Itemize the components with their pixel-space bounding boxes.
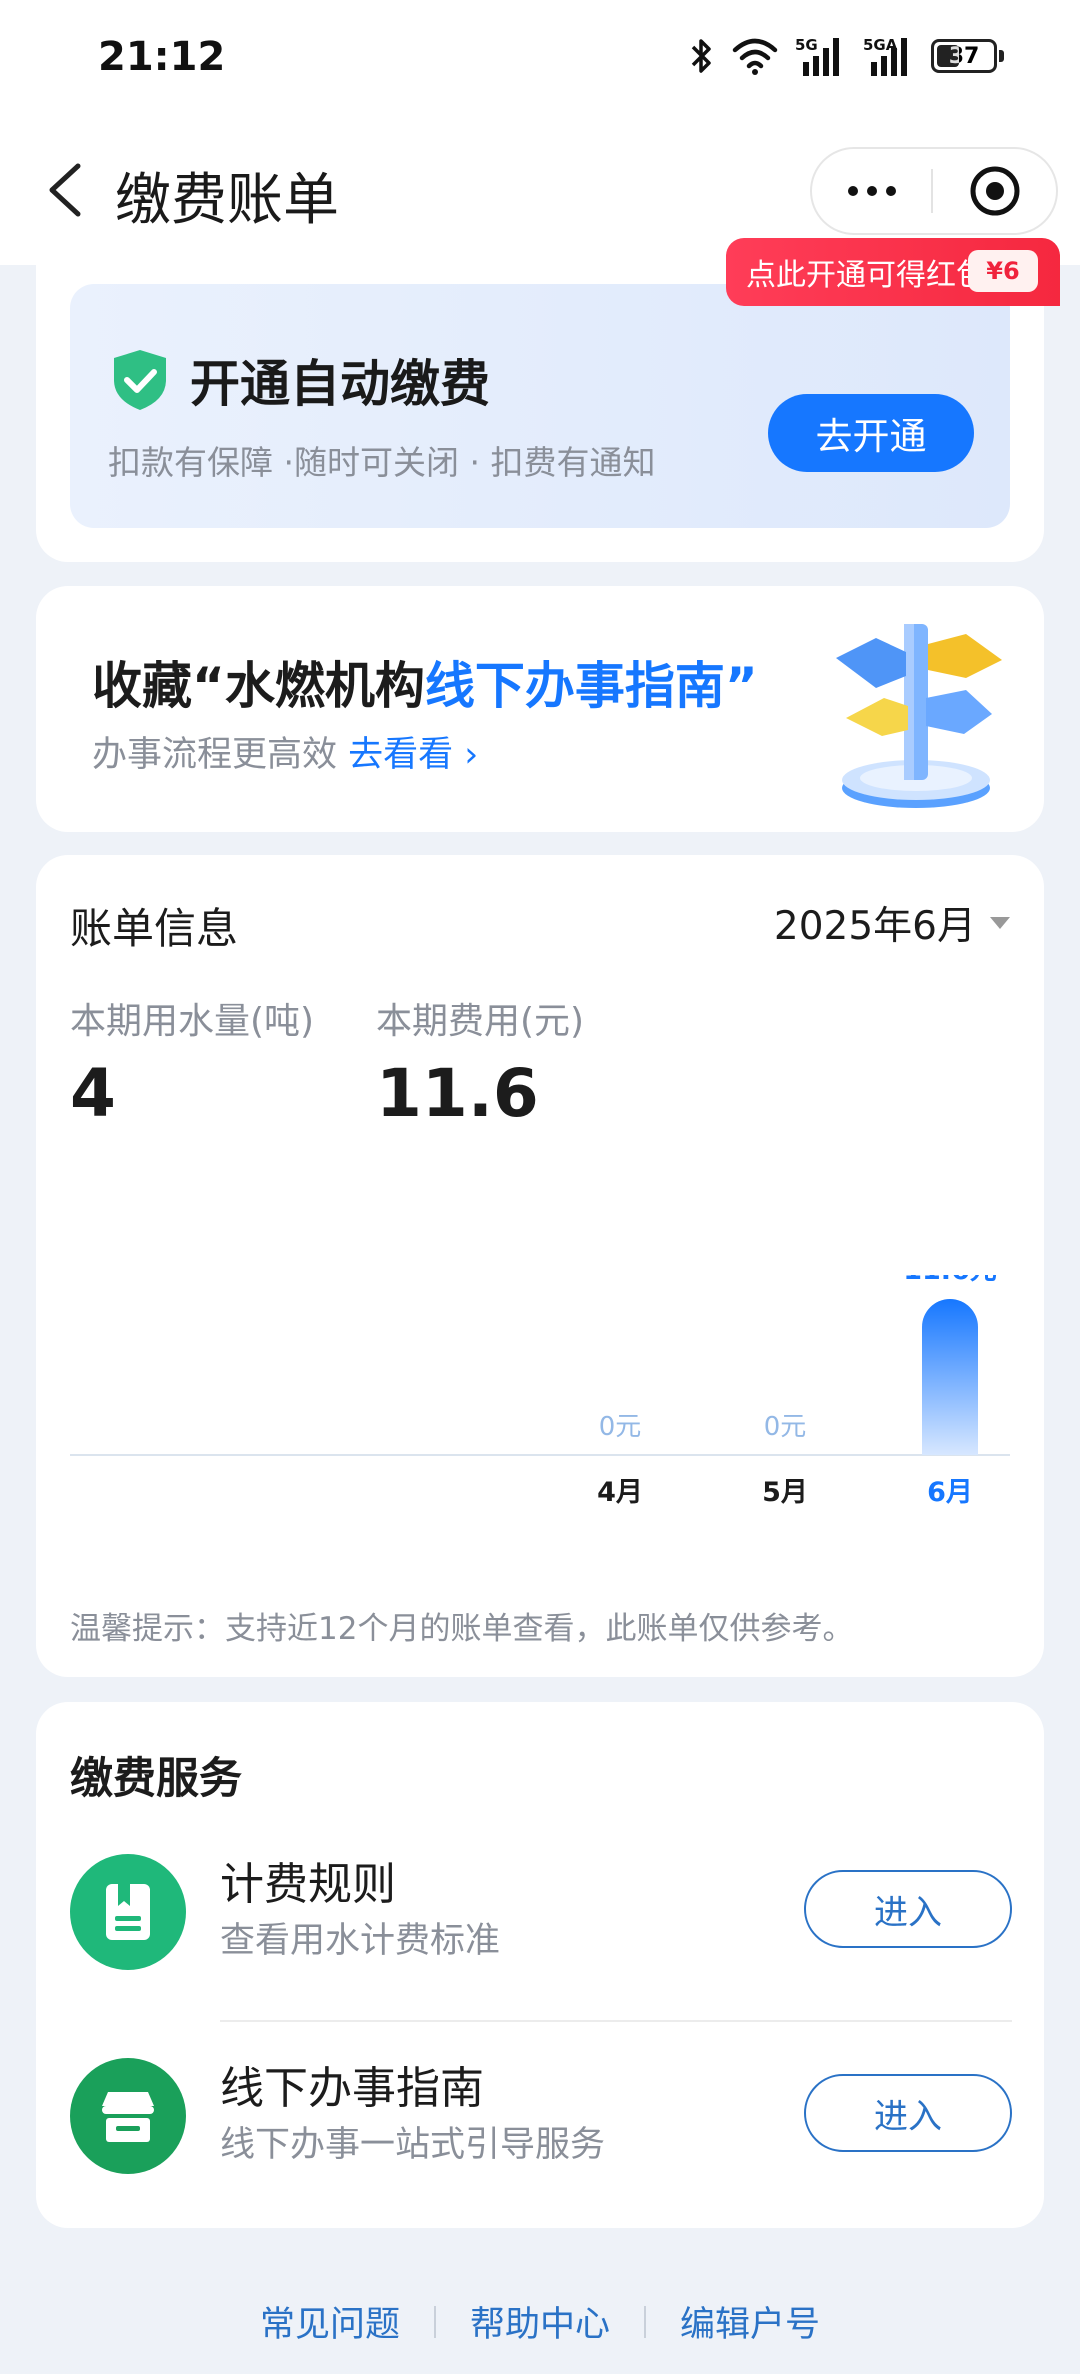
dropdown-triangle-icon [990,917,1010,929]
edit-account-link[interactable]: 编辑户号 [680,2296,820,2347]
signal-5ga-icon: 5GA [863,36,907,76]
footer-separator [433,2305,436,2338]
chart-data-label: 0元 [764,1412,807,1442]
monthly-fee-chart: 0元 4月 0元 5月 11.6元 6月 [70,1275,1010,1508]
status-icons: 5G 5GA 37 [689,34,1004,78]
service-item-offline-guide[interactable]: 线下办事指南 线下办事一站式引导服务 进入 [36,2034,1044,2214]
service-name: 线下办事指南 [220,2063,484,2114]
service-divider [220,2020,1012,2022]
signal-5g-icon: 5G [795,36,839,76]
autopay-card: 开通自动缴费 扣款有保障 ·随时可关闭 · 扣费有通知 去开通 点此开通可得红包… [36,238,1060,562]
services-title: 缴费服务 [70,1754,242,1804]
footer-links: 常见问题 帮助中心 编辑户号 [0,2296,1080,2347]
chart-tick-label: 5月 [762,1477,808,1508]
document-icon [70,1854,186,1970]
bill-tip: 温馨提示：支持近12个月的账单查看，此账单仅供参考。 [70,1611,854,1647]
water-usage-value: 4 [70,1055,116,1132]
status-time: 21:12 [98,34,226,80]
guide-title: 收藏“水燃机构线下办事指南” [92,657,758,715]
chart-bar [922,1299,978,1455]
service-item-billing-rules[interactable]: 计费规则 查看用水计费标准 进入 [36,1830,1044,2010]
service-desc: 查看用水计费标准 [220,1921,501,1961]
service-desc: 线下办事一站式引导服务 [220,2125,606,2165]
help-center-link[interactable]: 帮助中心 [470,2296,610,2347]
payment-services-card: 缴费服务 计费规则 查看用水计费标准 进入 线下办事指南 线下办事一站式引导服务 [36,1702,1044,2228]
promo-text: 点此开通可得红包 [746,258,986,293]
faq-link[interactable]: 常见问题 [260,2296,400,2347]
footer-separator [644,2305,646,2338]
month-selector[interactable]: 2025年6月 [774,895,1010,951]
page-title: 缴费账单 [115,168,339,233]
offline-guide-card[interactable]: 收藏“水燃机构线下办事指南” 办事流程更高效 去看看 › [36,586,1044,832]
shield-check-icon [114,350,166,410]
chart-data-label: 11.6元 [903,1275,997,1286]
water-usage-label: 本期用水量(吨) [70,1001,315,1042]
month-selector-label: 2025年6月 [773,904,976,949]
status-bar: 21:12 5G 5GA 37 [0,0,1080,115]
wifi-icon [732,38,778,75]
battery-icon: 37 [931,39,997,73]
enter-button[interactable]: 进入 [804,2074,1012,2152]
enter-button[interactable]: 进入 [804,1870,1012,1948]
close-target-icon[interactable] [933,149,1056,233]
guide-subtitle: 办事流程更高效 去看看 › [92,735,479,775]
fee-label: 本期费用(元) [376,1001,585,1042]
chart-tick-label: 6月 [927,1477,973,1508]
bluetooth-icon [691,39,711,73]
service-name: 计费规则 [220,1859,396,1910]
bill-info-card: 账单信息 2025年6月 本期用水量(吨) 4 本期费用(元) 11.6 0元 4… [36,855,1044,1677]
promo-amount-badge: ¥6 [968,250,1038,292]
autopay-subtitle: 扣款有保障 ·随时可关闭 · 扣费有通知 [108,443,656,482]
store-icon [70,2058,186,2174]
autopay-banner: 开通自动缴费 扣款有保障 ·随时可关闭 · 扣费有通知 去开通 [70,284,1010,528]
guide-link[interactable]: 去看看 › [348,735,478,775]
autopay-title: 开通自动缴费 [190,355,490,413]
signpost-illustration [836,624,1002,808]
chart-data-label: 0元 [599,1412,642,1442]
mini-program-capsule [810,147,1058,235]
fee-value: 11.6 [376,1055,539,1132]
signal-5g-label: 5G [795,36,818,54]
chart-tick-label: 4月 [597,1477,643,1508]
battery-level: 37 [948,43,980,69]
bill-info-title: 账单信息 [70,904,239,953]
more-dots-icon[interactable] [812,149,931,233]
red-packet-promo[interactable]: 点此开通可得红包 ¥6 [726,238,1060,306]
enable-autopay-button[interactable]: 去开通 [768,394,974,472]
back-arrow-icon[interactable] [36,160,96,220]
